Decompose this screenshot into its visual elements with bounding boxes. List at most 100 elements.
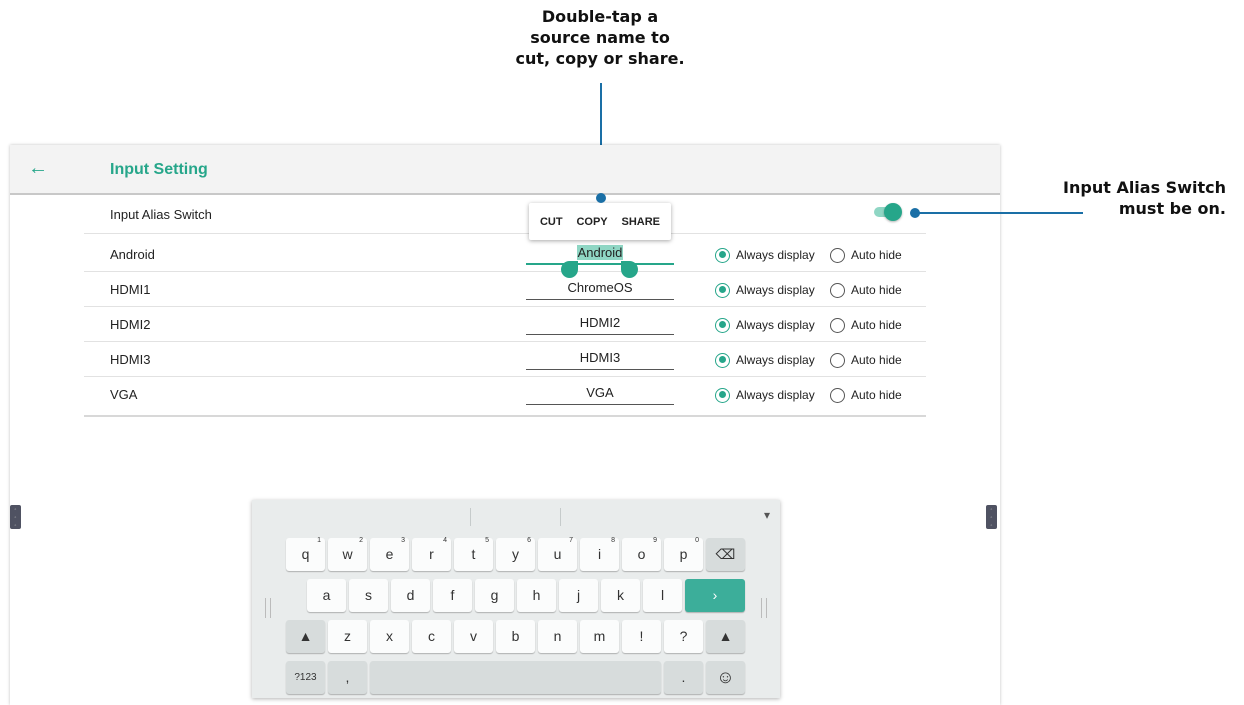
radio-unchecked-icon — [830, 317, 845, 333]
key-n[interactable]: n — [538, 620, 577, 653]
radio-always-display[interactable]: Always display — [715, 246, 815, 264]
selection-handle-end[interactable] — [621, 261, 638, 278]
source-row-hdmi2: HDMI2 HDMI2 Always display Auto hide — [84, 307, 926, 342]
text-context-menu: CUT COPY SHARE — [529, 203, 671, 240]
key-a[interactable]: a — [307, 579, 346, 612]
key-g[interactable]: g — [475, 579, 514, 612]
suggestion-divider — [470, 508, 471, 526]
key-k[interactable]: k — [601, 579, 640, 612]
key-l[interactable]: l — [643, 579, 682, 612]
key-hint: 1 — [317, 537, 321, 544]
copy-menu-item[interactable]: COPY — [576, 216, 607, 228]
source-name: HDMI2 — [110, 317, 151, 332]
share-menu-item[interactable]: SHARE — [622, 216, 661, 228]
shift-left-icon[interactable]: ▲ — [286, 620, 325, 653]
radio-checked-icon — [715, 247, 730, 263]
alias-input-vga[interactable]: VGA — [526, 384, 674, 405]
key-exclamation[interactable]: ! — [622, 620, 661, 653]
key-hint: 5 — [485, 537, 489, 544]
key-hint: 3 — [401, 537, 405, 544]
selection-handle-start[interactable] — [561, 261, 578, 278]
alias-input-hdmi3[interactable]: HDMI3 — [526, 349, 674, 370]
key-z[interactable]: z — [328, 620, 367, 653]
radio-always-label: Always display — [736, 388, 815, 402]
radio-always-display[interactable]: Always display — [715, 316, 815, 334]
radio-auto-hide[interactable]: Auto hide — [830, 351, 902, 369]
radio-checked-icon — [715, 352, 730, 368]
key-x[interactable]: x — [370, 620, 409, 653]
source-row-hdmi1: HDMI1 ChromeOS Always display Auto hide — [84, 272, 926, 307]
radio-always-display[interactable]: Always display — [715, 386, 815, 404]
key-q[interactable]: q1 — [286, 537, 325, 571]
callout-pointer-line-right — [913, 212, 1083, 214]
emoji-icon[interactable]: ☺ — [706, 661, 745, 694]
key-label: q — [301, 546, 310, 562]
shift-right-icon[interactable]: ▲ — [706, 620, 745, 653]
key-o[interactable]: o9 — [622, 537, 661, 571]
radio-unchecked-icon — [830, 387, 845, 403]
right-side-tab-icon[interactable]: ◦ ◦ ◦ — [986, 505, 997, 529]
radio-always-label: Always display — [736, 353, 815, 367]
left-side-tab-icon[interactable]: ◦ ◦ ◦ — [10, 505, 21, 529]
key-hint: 0 — [695, 537, 699, 544]
alias-input-hdmi1[interactable]: ChromeOS — [526, 279, 674, 300]
key-label: u — [553, 546, 562, 562]
key-period[interactable]: . — [664, 661, 703, 694]
radio-hide-label: Auto hide — [851, 353, 902, 367]
key-h[interactable]: h — [517, 579, 556, 612]
symbols-key[interactable]: ?123 — [286, 661, 325, 694]
key-p[interactable]: p0 — [664, 537, 703, 571]
key-i[interactable]: i8 — [580, 537, 619, 571]
key-s[interactable]: s — [349, 579, 388, 612]
key-v[interactable]: v — [454, 620, 493, 653]
key-d[interactable]: d — [391, 579, 430, 612]
space-bar[interactable] — [370, 661, 661, 694]
alias-input-hdmi2[interactable]: HDMI2 — [526, 314, 674, 335]
radio-auto-hide[interactable]: Auto hide — [830, 281, 902, 299]
alias-switch-label: Input Alias Switch — [110, 207, 212, 222]
key-w[interactable]: w2 — [328, 537, 367, 571]
key-question[interactable]: ? — [664, 620, 703, 653]
list-divider — [84, 415, 926, 417]
key-r[interactable]: r4 — [412, 537, 451, 571]
key-e[interactable]: e3 — [370, 537, 409, 571]
radio-hide-label: Auto hide — [851, 388, 902, 402]
key-u[interactable]: u7 — [538, 537, 577, 571]
key-c[interactable]: c — [412, 620, 451, 653]
alias-switch-toggle[interactable] — [874, 203, 902, 221]
radio-unchecked-icon — [830, 282, 845, 298]
enter-key-icon[interactable]: › — [685, 579, 745, 612]
back-arrow-icon[interactable]: ← — [28, 157, 48, 180]
radio-checked-icon — [715, 282, 730, 298]
keyboard-grip-right[interactable] — [761, 598, 767, 618]
key-hint: 9 — [653, 537, 657, 544]
key-label: w — [342, 546, 353, 562]
key-comma[interactable]: , — [328, 661, 367, 694]
callout-double-tap: Double-tap a source name to cut, copy or… — [500, 6, 700, 69]
keyboard-collapse-icon[interactable]: ▾ — [764, 508, 770, 522]
key-hint: 6 — [527, 537, 531, 544]
cut-menu-item[interactable]: CUT — [540, 216, 563, 228]
settings-screen: ← Input Setting Input Alias Switch Andro… — [10, 145, 1000, 705]
radio-always-label: Always display — [736, 283, 815, 297]
backspace-icon[interactable]: ⌫ — [706, 538, 745, 571]
radio-auto-hide[interactable]: Auto hide — [830, 246, 902, 264]
radio-auto-hide[interactable]: Auto hide — [830, 386, 902, 404]
key-label: i — [597, 546, 602, 562]
radio-auto-hide[interactable]: Auto hide — [830, 316, 902, 334]
source-name: Android — [110, 247, 155, 262]
key-m[interactable]: m — [580, 620, 619, 653]
radio-unchecked-icon — [830, 247, 845, 263]
keyboard-grip-left[interactable] — [265, 598, 271, 618]
source-name: VGA — [110, 387, 138, 402]
alias-input-android[interactable]: Android — [526, 244, 674, 265]
key-j[interactable]: j — [559, 579, 598, 612]
key-f[interactable]: f — [433, 579, 472, 612]
callout-double-tap-line2: source name to — [530, 28, 670, 47]
radio-always-display[interactable]: Always display — [715, 351, 815, 369]
radio-always-display[interactable]: Always display — [715, 281, 815, 299]
key-y[interactable]: y6 — [496, 537, 535, 571]
source-row-android: Android Android Always display Auto hide — [84, 237, 926, 272]
key-b[interactable]: b — [496, 620, 535, 653]
key-t[interactable]: t5 — [454, 537, 493, 571]
